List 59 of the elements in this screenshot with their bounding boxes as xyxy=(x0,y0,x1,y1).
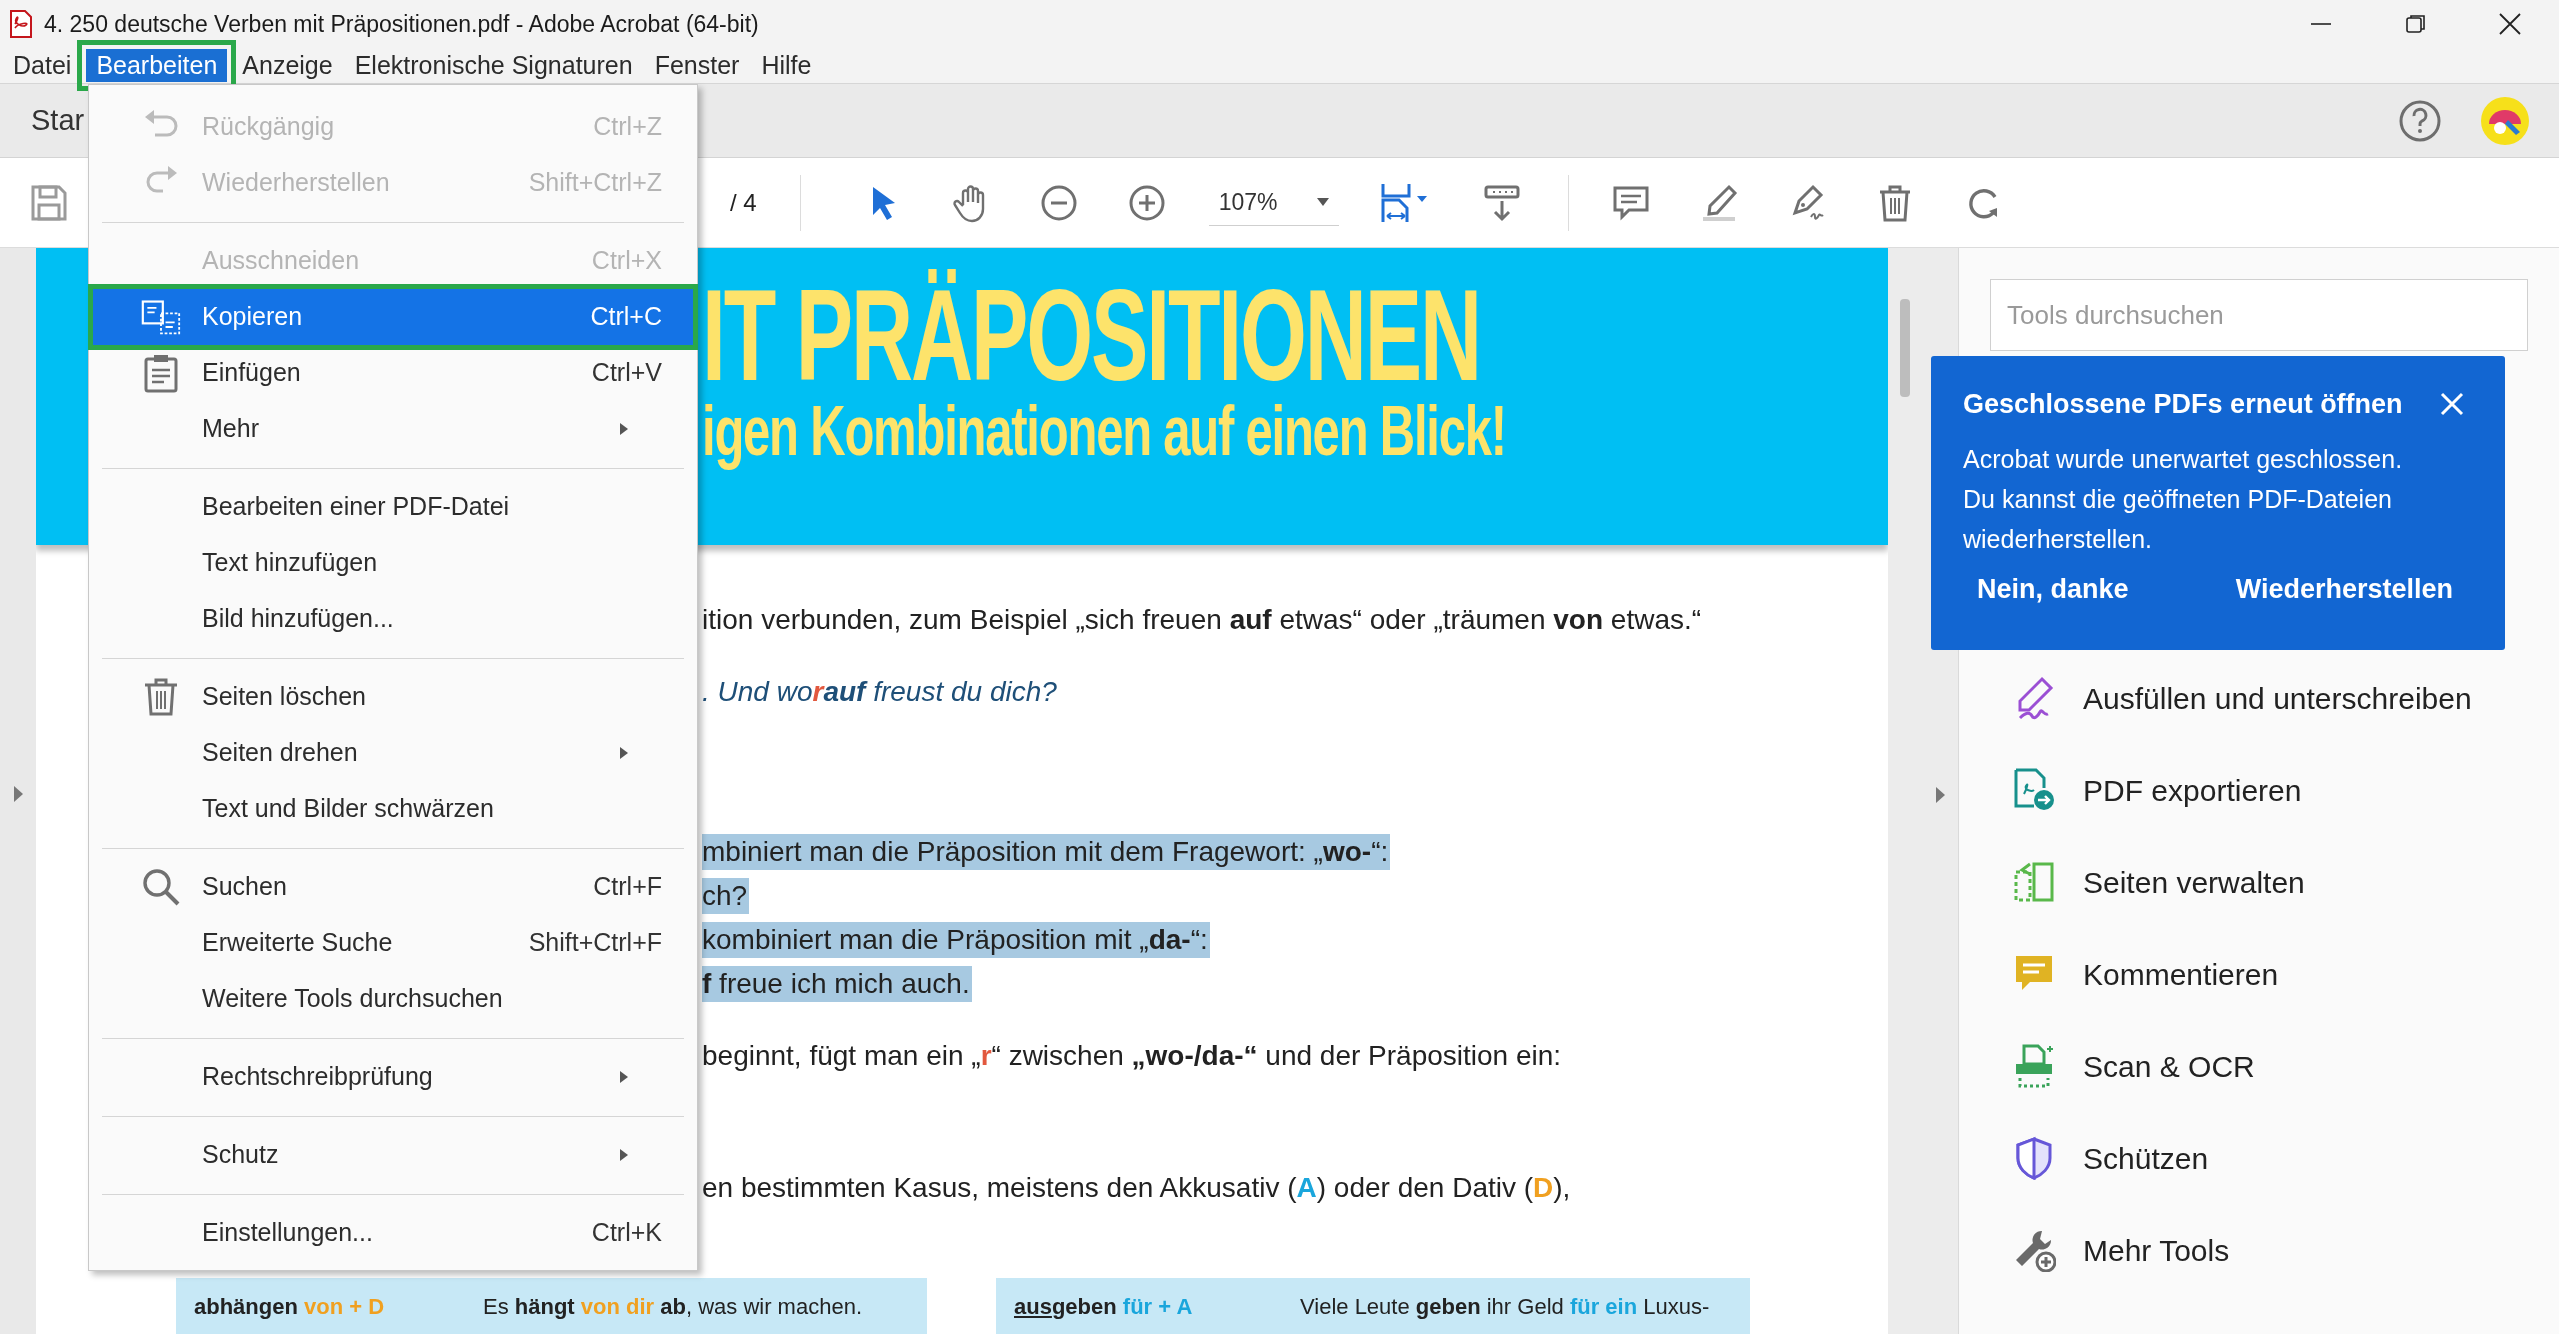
menu-item[interactable]: Suchen Ctrl+F xyxy=(93,859,693,915)
scrollbar-thumb[interactable] xyxy=(1900,299,1910,397)
menu-item[interactable]: Erweiterte Suche Shift+Ctrl+F xyxy=(93,915,693,971)
avatar[interactable] xyxy=(2480,95,2530,146)
expand-arrow-icon[interactable] xyxy=(1934,785,1946,805)
submenu-arrow-icon xyxy=(619,1148,629,1162)
verb-term: abhängen von + D xyxy=(194,1293,386,1321)
menu-item[interactable]: Weitere Tools durchsuchen xyxy=(93,971,693,1027)
search-icon xyxy=(140,867,181,907)
menu-item[interactable]: Fenster xyxy=(647,49,747,82)
menu-item[interactable]: Elektronische Signaturen xyxy=(347,49,640,82)
submenu-arrow-icon xyxy=(619,1070,629,1084)
pdf-file-icon xyxy=(10,10,32,38)
verb-term: ausgeben für + A xyxy=(1014,1293,1194,1321)
tool-link[interactable]: Kommentieren xyxy=(2083,951,2279,997)
menu-item[interactable]: Hilfe xyxy=(754,49,819,82)
text-line: ition verbunden, zum Beispiel „sich freuen auf etwas“ oder „träumen von etwas.“ xyxy=(702,603,1702,637)
example-sentence: Es hängt von dir ab, was wir machen. xyxy=(483,1293,862,1321)
menu-item[interactable]: Rechtschreibprüfung xyxy=(93,1049,693,1105)
notification-button[interactable]: Wiederherstellen xyxy=(2235,568,2453,609)
example-sentence: Viele Leute geben ihr Geld für ein Luxus- xyxy=(1300,1293,1710,1321)
menu-item[interactable]: Einfügen Ctrl+V xyxy=(93,345,693,401)
menu-item[interactable]: Seiten löschen xyxy=(93,669,693,725)
tool-link[interactable]: Seiten verwalten xyxy=(2083,859,2305,905)
example-sentence: . Und worauf freust du dich? xyxy=(702,675,1057,709)
document-export-icon[interactable] xyxy=(2012,768,2056,812)
help-icon[interactable] xyxy=(2398,98,2442,143)
search-field[interactable]: Tools durchsuchen xyxy=(1990,279,2528,351)
notification-button[interactable]: Nein, danke xyxy=(1977,568,2129,609)
copy-icon xyxy=(140,297,181,337)
start-tab[interactable]: Star xyxy=(31,98,85,143)
tool-link[interactable]: Scan & OCR xyxy=(2083,1043,2255,1089)
menu-item[interactable]: Einstellungen... Ctrl+K xyxy=(93,1205,693,1261)
window-title: 4. 250 deutsche Verben mit Präpositionen.pdf - Adobe Acrobat (64-bit) xyxy=(44,9,759,39)
restore-icon[interactable] xyxy=(2405,13,2427,35)
menu-item[interactable]: Text hinzufügen xyxy=(93,535,693,591)
page-count: / 4 xyxy=(730,187,757,218)
submenu-arrow-icon xyxy=(619,746,629,760)
submenu-arrow-icon xyxy=(619,422,629,436)
notification-message: Acrobat wurde unerwartet geschlossen. Du kannst die geöffneten PDF-Dateien wiederherstellen. xyxy=(1963,443,2404,555)
tool-link[interactable]: Schützen xyxy=(2083,1135,2209,1181)
text-line: beginnt, fügt man ein „r“ zwischen „wo-/da-“ und der Präposition ein: xyxy=(702,1039,1562,1073)
menu-item[interactable]: Bild hinzufügen... xyxy=(93,591,693,647)
expand-arrow-icon[interactable] xyxy=(12,784,24,804)
notification-title: Geschlossene PDFs erneut öffnen xyxy=(1963,388,2403,421)
text-line: en bestimmten Kasus, meistens den Akkusativ (A) oder den Dativ (D), xyxy=(702,1171,1571,1205)
tool-link[interactable]: PDF exportieren xyxy=(2083,767,2302,813)
zoom-dropdown[interactable]: 107% xyxy=(1208,179,1339,226)
menu-item[interactable]: Text und Bilder schwärzen xyxy=(93,781,693,837)
close-icon[interactable] xyxy=(2498,12,2522,36)
caret-icon xyxy=(1316,198,1329,206)
tool-link[interactable]: Mehr Tools xyxy=(2083,1227,2230,1273)
menu-item[interactable]: Schutz xyxy=(93,1127,693,1183)
tool-link[interactable]: Ausfüllen und unterschreiben xyxy=(2083,675,2472,721)
menu-item[interactable]: Seiten drehen xyxy=(93,725,693,781)
menu-item[interactable]: Mehr xyxy=(93,401,693,457)
menu-item[interactable]: Bearbeiten einer PDF-Datei xyxy=(93,479,693,535)
menu-item[interactable]: Anzeige xyxy=(235,49,340,82)
menu-item[interactable]: Datei xyxy=(6,49,79,82)
